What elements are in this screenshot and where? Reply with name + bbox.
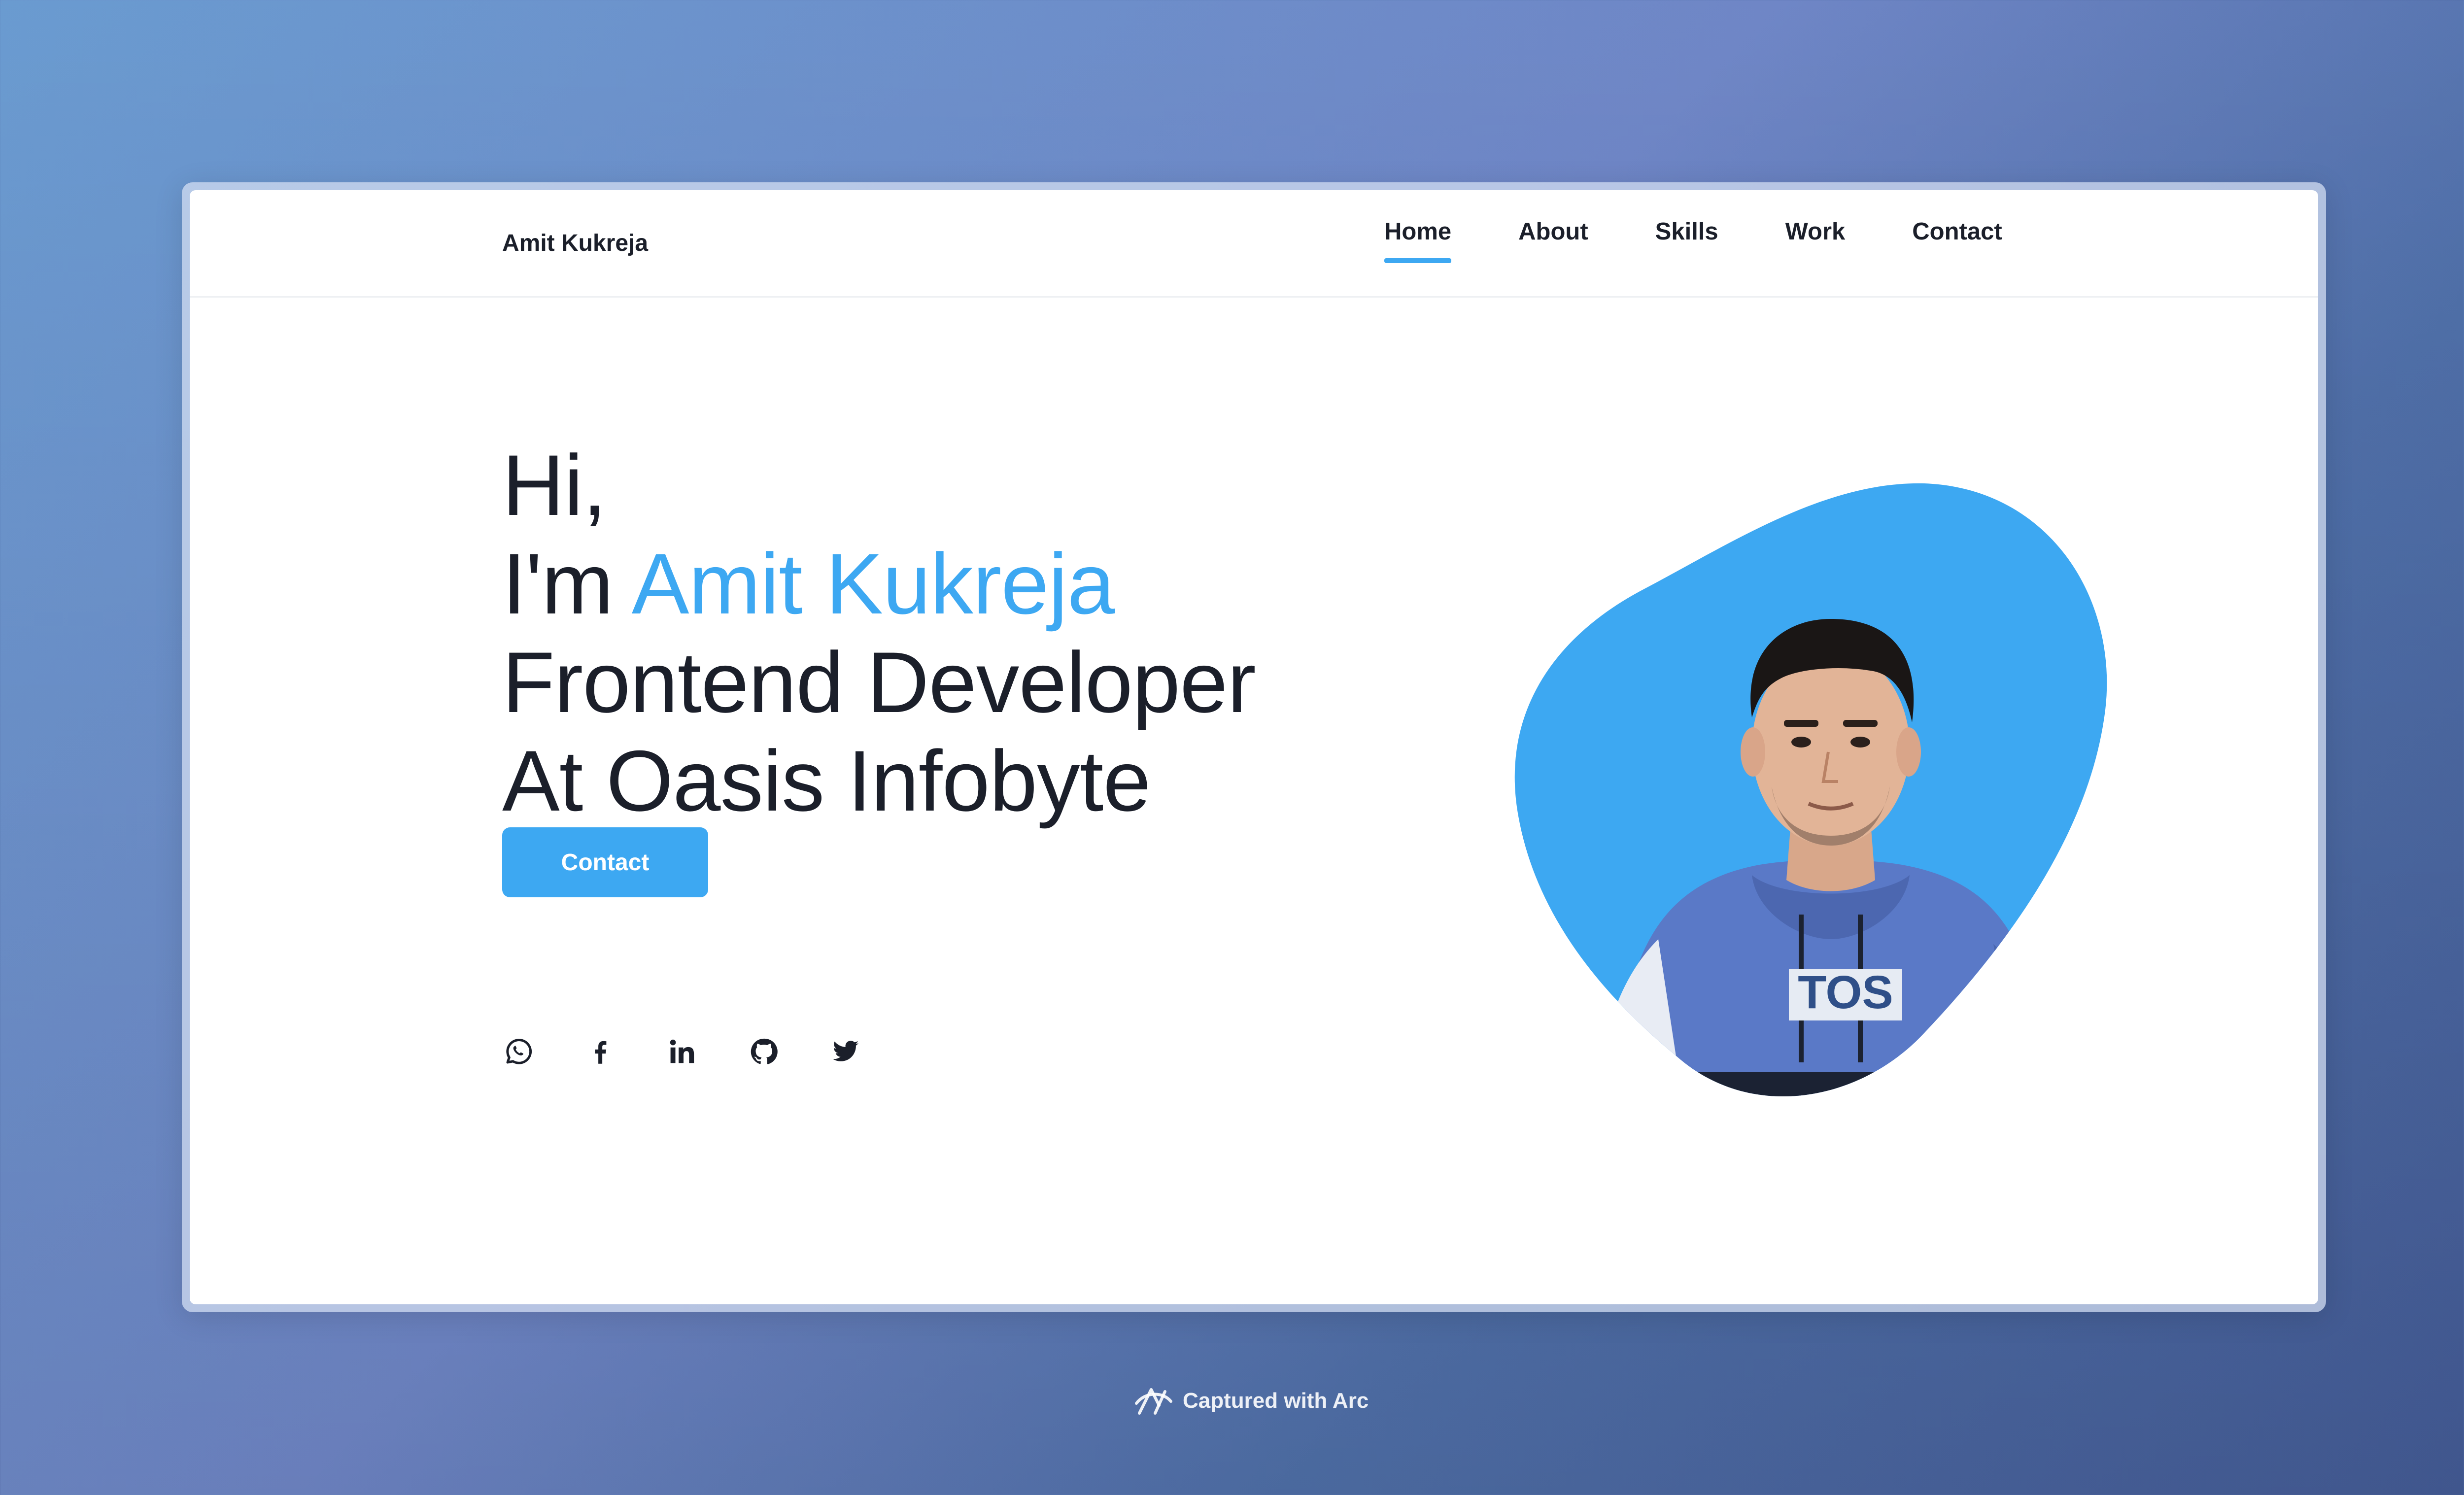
nav-item-work[interactable]: Work bbox=[1785, 218, 1846, 245]
hero-role: Frontend Developer bbox=[502, 635, 1256, 731]
whatsapp-icon[interactable] bbox=[502, 1035, 535, 1068]
profile-photo-blob: TOS bbox=[1338, 442, 2250, 1131]
caption-text: Captured with Arc bbox=[1183, 1389, 1369, 1413]
linkedin-icon[interactable] bbox=[666, 1035, 698, 1068]
brand-name[interactable]: Amit Kukreja bbox=[502, 230, 648, 257]
nav-item-about[interactable]: About bbox=[1518, 218, 1588, 245]
hero-intro-line: I'm Amit Kukreja bbox=[502, 535, 1256, 634]
browser-window-frame: Amit Kukreja Home About Skills Work Cont… bbox=[182, 182, 2326, 1312]
hero-intro-prefix: I'm bbox=[502, 536, 614, 632]
capture-caption: Captured with Arc bbox=[1133, 1384, 1369, 1418]
hero-heading: Hi, I'm Amit Kukreja Frontend Developer … bbox=[502, 437, 1256, 831]
main-nav: Home About Skills Work Contact bbox=[1384, 218, 2002, 263]
nav-item-contact[interactable]: Contact bbox=[1912, 218, 2002, 245]
twitter-icon[interactable] bbox=[829, 1035, 862, 1068]
facebook-icon[interactable] bbox=[584, 1035, 616, 1068]
github-icon[interactable] bbox=[748, 1035, 780, 1068]
contact-button[interactable]: Contact bbox=[502, 827, 708, 897]
hero-name: Amit Kukreja bbox=[631, 536, 1115, 632]
web-page: Amit Kukreja Home About Skills Work Cont… bbox=[190, 190, 2318, 1304]
hero-greeting: Hi, bbox=[502, 438, 607, 534]
arc-logo-icon bbox=[1135, 1388, 1172, 1415]
shirt-print-text: TOS bbox=[1798, 966, 1893, 1019]
site-header: Amit Kukreja Home About Skills Work Cont… bbox=[190, 190, 2318, 298]
social-links bbox=[502, 1035, 862, 1068]
nav-item-home[interactable]: Home bbox=[1384, 218, 1452, 263]
hero-company: At Oasis Infobyte bbox=[502, 733, 1151, 829]
nav-item-skills[interactable]: Skills bbox=[1655, 218, 1718, 245]
